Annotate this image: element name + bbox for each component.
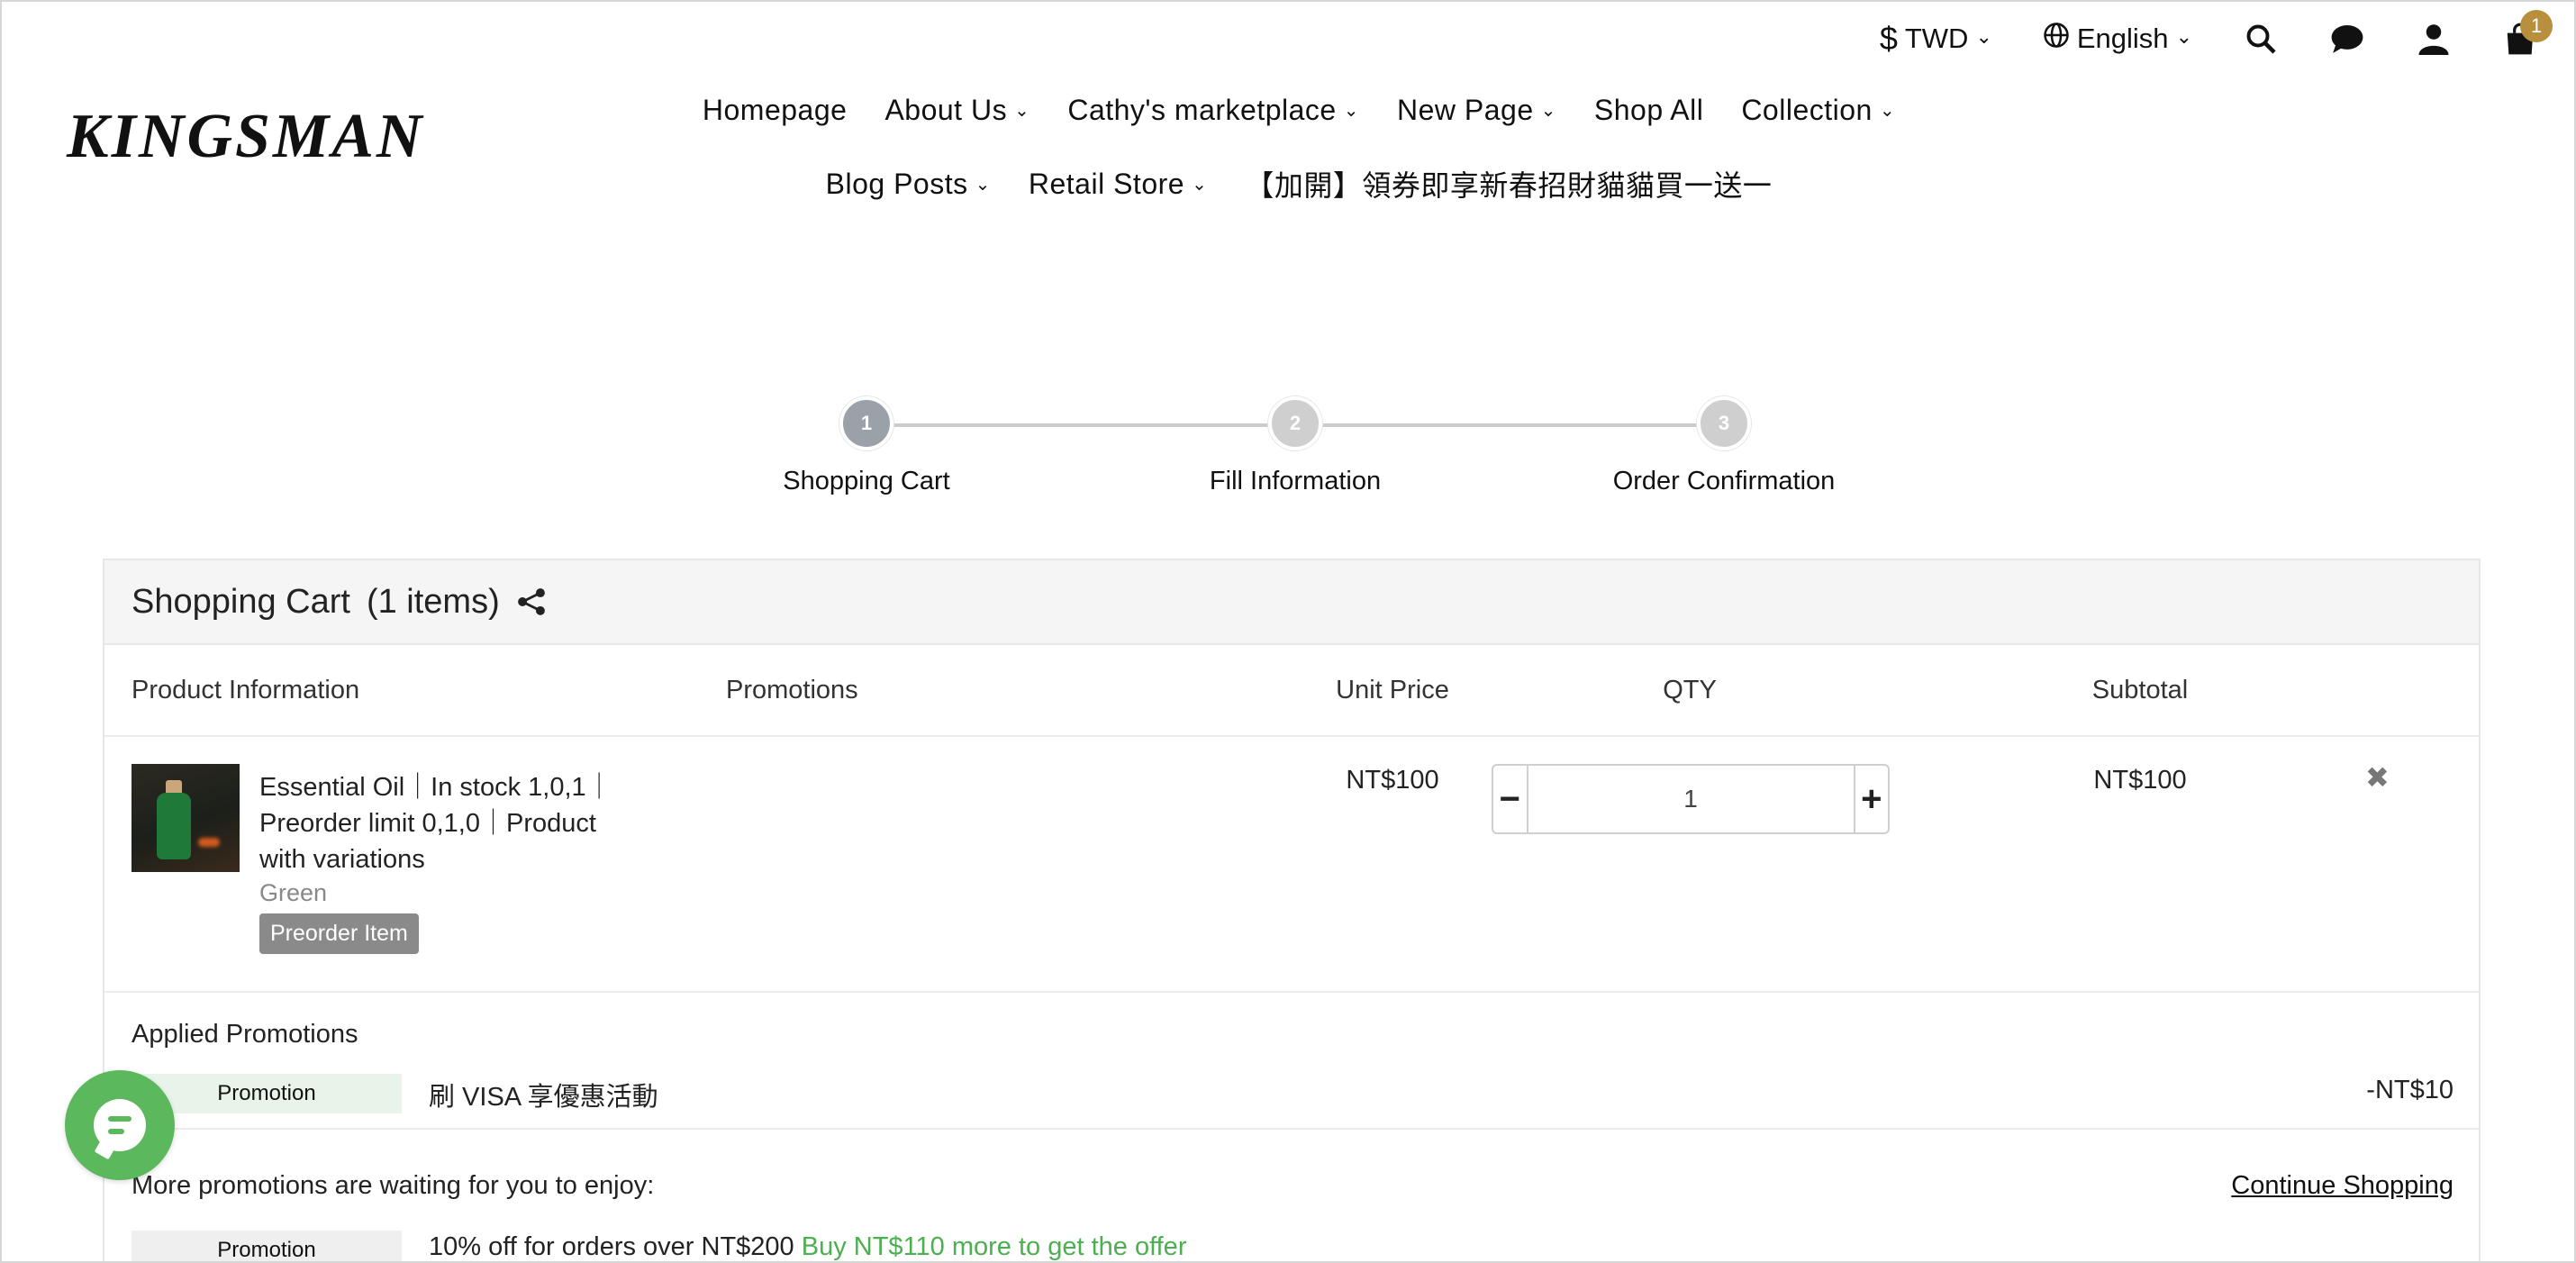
nav-item-4[interactable]: Shop All — [1594, 94, 1703, 127]
applied-promotions: Applied Promotions Promotion 刷 VISA 享優惠活… — [104, 993, 2479, 1130]
offer-description: 10% off for orders over NT$200 — [429, 1232, 794, 1261]
applied-promotions-title: Applied Promotions — [132, 1020, 358, 1049]
chevron-down-icon: ⌄ — [1975, 25, 1992, 48]
nav-item-label: About Us — [884, 94, 1008, 126]
col-subtotal: Subtotal — [2091, 676, 2189, 704]
cart-title: Shopping Cart — [132, 582, 350, 621]
nav-item-label: Cathy's marketplace — [1067, 94, 1337, 126]
chevron-down-icon: ⌄ — [2175, 25, 2192, 48]
utility-bar: $ TWD ⌄ English ⌄ 1 — [1880, 10, 2553, 63]
product-variant: Green — [259, 879, 328, 906]
preorder-badge: Preorder Item — [259, 913, 419, 954]
offer-hint: Buy NT$110 more to get the offer — [801, 1232, 1187, 1261]
cart-column-headers: Product Information Promotions Unit Pric… — [104, 645, 2479, 737]
bottle-body — [157, 793, 191, 859]
nav-item-label: Shop All — [1593, 94, 1704, 126]
language-selector[interactable]: English ⌄ — [2043, 22, 2192, 56]
nav-item-label: Homepage — [702, 94, 848, 126]
nav-item-label: 【加開】領券即享新春招財貓貓買一送一 — [1245, 169, 1773, 202]
step-label: Fill Information — [1209, 467, 1382, 495]
product-thumbnail[interactable] — [132, 764, 240, 872]
cart-count-badge: 1 — [2520, 10, 2553, 42]
decrease-quantity-button[interactable]: − — [1493, 766, 1528, 832]
nav-item-label: Retail Store — [1028, 167, 1185, 200]
promotion-name: 刷 VISA 享優惠活動 — [429, 1083, 658, 1112]
chat-line — [108, 1116, 132, 1122]
remove-item-icon[interactable]: ✖ — [2365, 760, 2390, 795]
quantity-stepper: − + — [1492, 764, 1890, 834]
share-icon[interactable] — [516, 586, 547, 617]
step-fill-information: 2 Fill Information — [1115, 396, 1475, 496]
step-label: Shopping Cart — [783, 467, 950, 495]
step-shopping-cart: 1 Shopping Cart — [686, 396, 1047, 496]
promotion-offer: 10% off for orders over NT$200 Buy NT$11… — [429, 1232, 1187, 1261]
step-label: Order Confirmation — [1612, 467, 1836, 495]
quantity-input[interactable] — [1528, 766, 1854, 832]
language-label: English — [2076, 23, 2169, 54]
chevron-down-icon: ⌄ — [1014, 101, 1030, 121]
step-number: 1 — [839, 396, 893, 450]
chevron-down-icon: ⌄ — [1879, 101, 1896, 121]
chat-widget-button[interactable] — [65, 1070, 175, 1180]
col-promotions: Promotions — [726, 676, 858, 704]
account-icon[interactable] — [2416, 21, 2452, 57]
shopping-cart-panel: Shopping Cart (1 items) Product Informat… — [103, 559, 2481, 1261]
promotion-tag: Promotion — [132, 1231, 402, 1261]
search-icon[interactable] — [2243, 21, 2279, 57]
nav-item-6[interactable]: Blog Posts ⌄ — [826, 163, 991, 204]
more-promotions: More promotions are waiting for you to e… — [104, 1130, 2479, 1261]
chevron-down-icon: ⌄ — [1343, 101, 1359, 121]
col-qty: QTY — [1663, 676, 1717, 704]
site-logo[interactable]: KINGSMAN — [67, 101, 424, 173]
cart-item-count: (1 items) — [366, 582, 500, 621]
page-frame: $ TWD ⌄ English ⌄ 1 KINGSMAN Homepage Abo… — [0, 0, 2576, 1263]
main-nav: Homepage About Us ⌄ Cathy's marketplace ⌄ New… — [632, 94, 1965, 204]
globe-icon — [2043, 22, 2070, 56]
product-name[interactable]: Essential Oil｜In stock 1,0,1｜Preorder li… — [259, 769, 638, 877]
dollar-icon: $ — [1879, 20, 1898, 57]
continue-shopping-link[interactable]: Continue Shopping — [2231, 1171, 2454, 1201]
nav-item-label: Blog Posts — [825, 167, 968, 200]
step-number: 3 — [1697, 396, 1751, 450]
col-product-information: Product Information — [132, 676, 360, 704]
chat-line — [108, 1129, 124, 1134]
nav-item-5[interactable]: Collection ⌄ — [1741, 94, 1895, 127]
nav-item-label: Collection — [1741, 94, 1873, 126]
step-number: 2 — [1268, 396, 1322, 450]
nav-item-0[interactable]: Homepage — [703, 94, 848, 127]
more-promotions-title: More promotions are waiting for you to e… — [132, 1171, 655, 1200]
chat-message-icon[interactable] — [2329, 21, 2365, 57]
promotion-discount: -NT$10 — [2366, 1076, 2454, 1104]
checkout-stepper: 1 Shopping Cart 2 Fill Information 3 Ord… — [686, 396, 1893, 513]
currency-label: TWD — [1904, 23, 1969, 54]
cart-icon[interactable]: 1 — [2502, 10, 2553, 57]
chevron-down-icon: ⌄ — [1192, 174, 1208, 195]
nav-item-2[interactable]: Cathy's marketplace ⌄ — [1067, 94, 1359, 127]
step-order-confirmation: 3 Order Confirmation — [1544, 396, 1904, 496]
chat-bubble-icon — [94, 1099, 146, 1151]
chevron-down-icon: ⌄ — [975, 174, 991, 195]
col-unit-price: Unit Price — [1336, 676, 1449, 704]
chevron-down-icon: ⌄ — [1540, 101, 1556, 121]
nav-item-8[interactable]: 【加開】領券即享新春招財貓貓買一送一 — [1245, 163, 1772, 204]
currency-selector[interactable]: $ TWD ⌄ — [1880, 20, 1992, 58]
item-subtotal: NT$100 — [2093, 766, 2187, 795]
ember-glow — [198, 838, 220, 847]
cart-item-row: Essential Oil｜In stock 1,0,1｜Preorder li… — [104, 737, 2479, 993]
cart-header: Shopping Cart (1 items) — [104, 560, 2479, 645]
nav-item-7[interactable]: Retail Store ⌄ — [1029, 163, 1207, 204]
nav-item-1[interactable]: About Us ⌄ — [884, 94, 1029, 127]
increase-quantity-button[interactable]: + — [1853, 766, 1889, 832]
nav-item-label: New Page — [1396, 94, 1534, 126]
nav-item-3[interactable]: New Page ⌄ — [1397, 94, 1556, 127]
